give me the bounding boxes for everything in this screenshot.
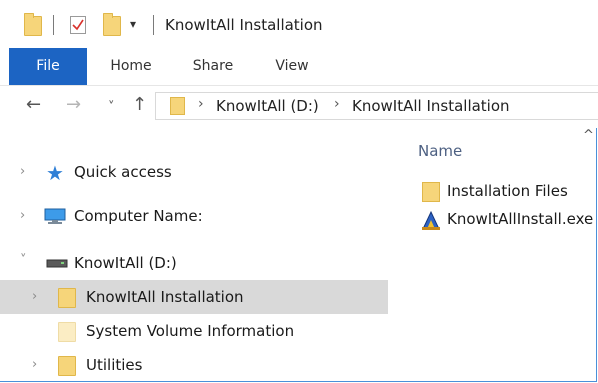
nav-item-label: KnowItAll Installation <box>86 288 244 306</box>
breadcrumb-separator[interactable]: › <box>198 96 204 112</box>
properties-icon[interactable] <box>70 16 86 34</box>
drive-icon <box>46 259 68 268</box>
tab-file[interactable]: File <box>9 48 87 85</box>
tab-home[interactable]: Home <box>96 48 166 85</box>
nav-item-utilities[interactable]: › Utilities <box>0 348 388 382</box>
installer-icon <box>422 210 440 230</box>
nav-item-knowitall-installation[interactable]: › KnowItAll Installation <box>0 280 388 314</box>
nav-item-label: Quick access <box>74 163 172 181</box>
expand-chevron-icon[interactable]: › <box>20 164 25 179</box>
title-divider <box>153 15 154 35</box>
nav-item-label: Utilities <box>86 356 143 374</box>
breadcrumb-drive[interactable]: KnowItAll (D:) <box>216 97 319 115</box>
navigation-pane: › ★ Quick access › Computer Name: ˅ Know… <box>0 128 388 383</box>
window-title: KnowItAll Installation <box>165 16 323 34</box>
title-divider <box>53 15 54 35</box>
nav-item-drive[interactable]: ˅ KnowItAll (D:) <box>0 246 388 280</box>
breadcrumb-current-folder[interactable]: KnowItAll Installation <box>352 97 510 115</box>
breadcrumb-separator[interactable]: › <box>334 96 340 112</box>
nav-item-computer[interactable]: › Computer Name: <box>0 199 388 233</box>
folder-icon <box>58 356 76 376</box>
nav-item-label: KnowItAll (D:) <box>74 254 177 272</box>
expand-chevron-icon[interactable]: › <box>32 357 37 372</box>
address-bar[interactable]: › KnowItAll (D:) › KnowItAll Installatio… <box>155 92 598 120</box>
column-header-name[interactable]: Name <box>418 142 462 160</box>
nav-item-system-volume-information[interactable]: System Volume Information <box>0 314 388 348</box>
file-name: KnowItAllInstall.exe <box>447 210 594 228</box>
quick-access-toolbar-dropdown[interactable]: ▾ <box>130 18 136 30</box>
folder-icon <box>58 322 76 342</box>
sort-caret-icon[interactable]: ^ <box>583 128 594 143</box>
expand-chevron-icon[interactable]: › <box>20 208 25 223</box>
address-row: ← → ˅ ↑ › KnowItAll (D:) › KnowItAll Ins… <box>0 86 598 128</box>
window-frame: ▾ KnowItAll Installation File Home Share… <box>0 0 598 383</box>
folder-icon <box>170 97 185 115</box>
nav-item-quick-access[interactable]: › ★ Quick access <box>0 155 388 189</box>
star-icon: ★ <box>46 161 64 185</box>
collapse-chevron-icon[interactable]: ˅ <box>20 253 27 268</box>
folder-icon <box>58 288 76 308</box>
up-arrow-icon[interactable]: ↑ <box>132 96 147 114</box>
nav-item-label: Computer Name: <box>74 207 203 225</box>
nav-item-label: System Volume Information <box>86 322 295 340</box>
folder-icon <box>422 182 440 202</box>
file-item-knowitall-install-exe[interactable]: KnowItAllInstall.exe <box>418 208 598 232</box>
file-name: Installation Files <box>447 182 568 200</box>
recent-locations-chevron-icon[interactable]: ˅ <box>108 99 115 117</box>
forward-arrow-icon[interactable]: → <box>66 96 81 114</box>
new-folder-icon[interactable] <box>103 13 121 36</box>
monitor-icon <box>44 208 66 224</box>
tab-share[interactable]: Share <box>180 48 246 85</box>
expand-chevron-icon[interactable]: › <box>32 289 37 304</box>
content-pane: ^ Name Installation Files KnowItAllInsta… <box>388 128 598 383</box>
tab-view[interactable]: View <box>262 48 322 85</box>
folder-icon <box>24 13 42 36</box>
title-bar: ▾ KnowItAll Installation <box>0 0 598 48</box>
back-arrow-icon[interactable]: ← <box>26 96 41 114</box>
file-item-installation-files[interactable]: Installation Files <box>418 180 598 204</box>
ribbon: File Home Share View <box>0 48 598 86</box>
